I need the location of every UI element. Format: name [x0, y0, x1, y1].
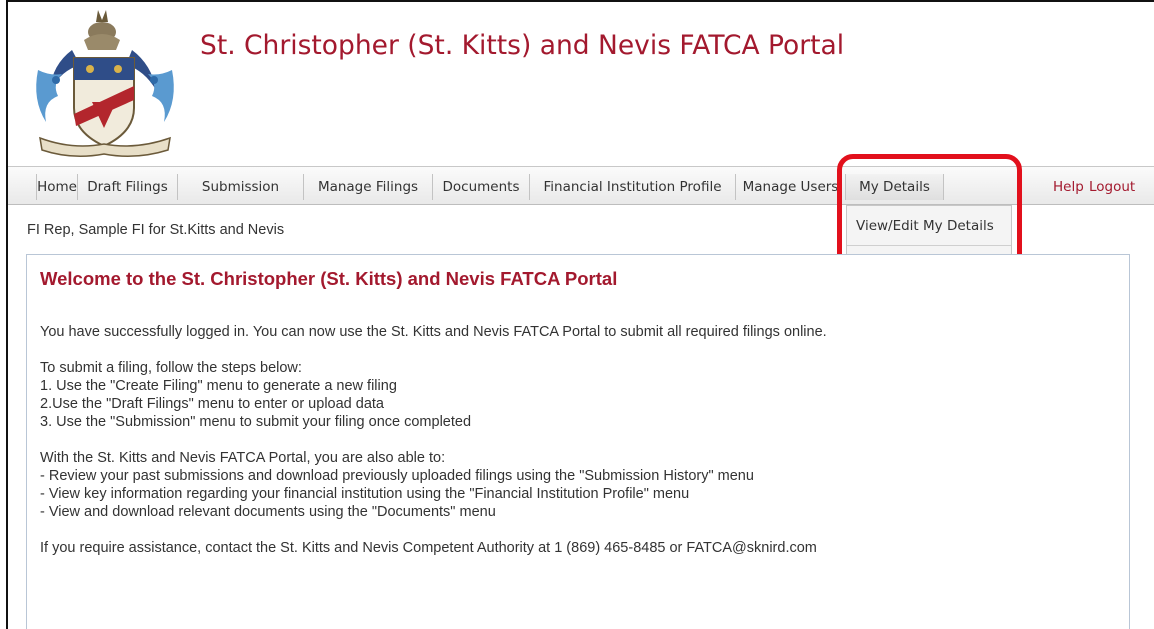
- feature-item: - View key information regarding your fi…: [40, 486, 690, 502]
- features-heading: With the St. Kitts and Nevis FATCA Porta…: [40, 450, 446, 466]
- nav-home[interactable]: Home: [36, 174, 78, 200]
- intro-text: You have successfully logged in. You can…: [40, 324, 827, 340]
- step-item: 1. Use the "Create Filing" menu to gener…: [40, 378, 397, 394]
- nav-my-details[interactable]: My Details: [846, 174, 944, 200]
- screenshot-border-top: [6, 0, 1154, 2]
- nav-manage-users[interactable]: Manage Users: [736, 174, 846, 200]
- page-title: St. Christopher (St. Kitts) and Nevis FA…: [200, 30, 845, 61]
- welcome-panel: Welcome to the St. Christopher (St. Kitt…: [26, 254, 1130, 629]
- step-item: 3. Use the "Submission" menu to submit y…: [40, 414, 472, 430]
- nav-draft-filings[interactable]: Draft Filings: [78, 174, 178, 200]
- nav-financial-institution-profile[interactable]: Financial Institution Profile: [530, 174, 736, 200]
- nav-submission[interactable]: Submission: [178, 174, 304, 200]
- assistance-text: If you require assistance, contact the S…: [40, 540, 817, 556]
- help-link[interactable]: Help: [1053, 174, 1084, 200]
- coat-of-arms-icon: [36, 10, 174, 157]
- welcome-heading: Welcome to the St. Christopher (St. Kitt…: [40, 268, 618, 289]
- steps-heading: To submit a filing, follow the steps bel…: [40, 360, 302, 376]
- step-item: 2.Use the "Draft Filings" menu to enter …: [40, 396, 384, 412]
- feature-item: - View and download relevant documents u…: [40, 504, 496, 520]
- nav-documents[interactable]: Documents: [433, 174, 530, 200]
- logout-link[interactable]: Logout: [1089, 174, 1135, 200]
- feature-item: - Review your past submissions and downl…: [40, 468, 754, 484]
- screenshot-border-left: [6, 0, 8, 629]
- nav-manage-filings[interactable]: Manage Filings: [304, 174, 433, 200]
- user-info: FI Rep, Sample FI for St.Kitts and Nevis: [27, 222, 285, 238]
- menu-item-view-edit-my-details[interactable]: View/Edit My Details: [847, 206, 1011, 246]
- main-navigation: Home Draft Filings Submission Manage Fil…: [8, 166, 1154, 205]
